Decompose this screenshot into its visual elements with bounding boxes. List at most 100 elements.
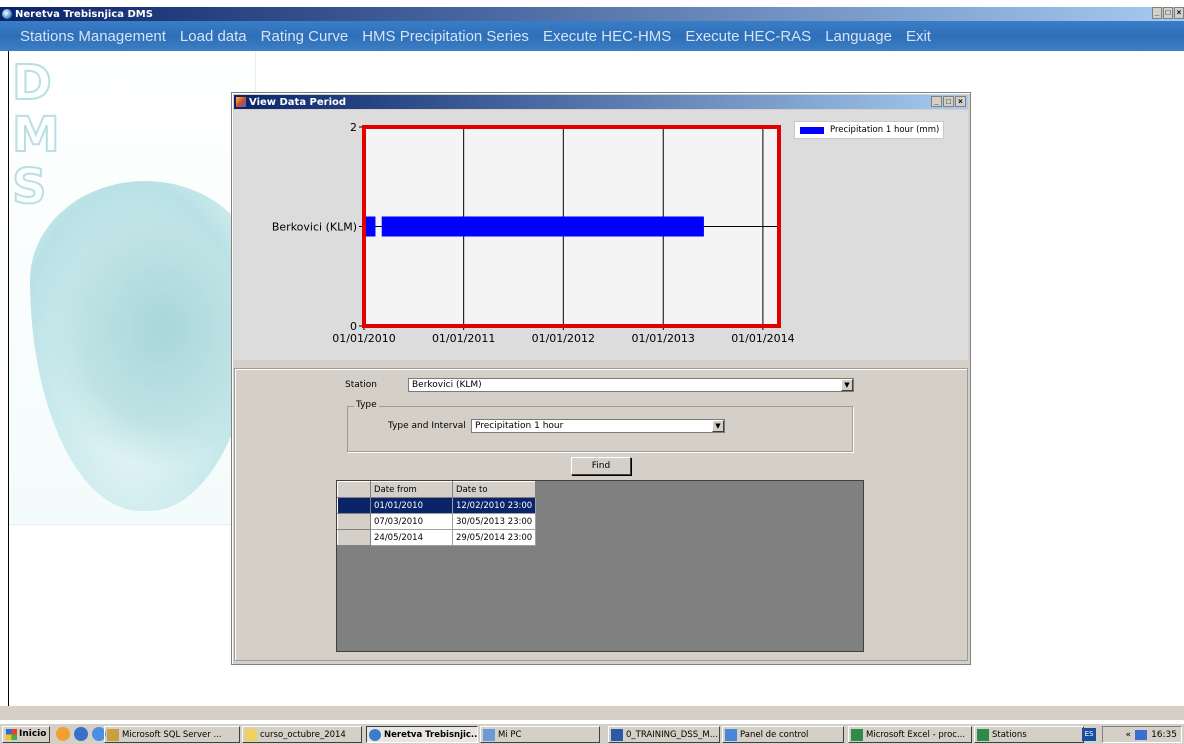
app-window-controls: _ □ × — [1151, 7, 1184, 19]
chart-legend: Precipitation 1 hour (mm) — [794, 121, 944, 139]
task-panel-de-control[interactable]: Panel de control — [722, 726, 844, 743]
x-tick-label: 01/01/2011 — [432, 332, 495, 345]
chevron-down-icon[interactable]: ▼ — [712, 420, 724, 432]
data-period-chart: 01/01/2010 01/01/2011 01/01/2012 01/01/2013… — [234, 110, 968, 360]
task-label: 0_TRAINING_DSS_M... — [626, 729, 718, 740]
cell-date-from[interactable]: 07/03/2010 — [370, 513, 453, 530]
status-strip — [0, 706, 1184, 720]
logo-letter-d: D — [11, 54, 53, 112]
task-label: Microsoft Excel - proc... — [866, 729, 966, 740]
table-row[interactable]: 07/03/2010 30/05/2013 23:00 — [337, 513, 537, 530]
cell-date-to[interactable]: 30/05/2013 23:00 — [451, 513, 537, 530]
type-interval-value: Precipitation 1 hour — [475, 421, 564, 431]
x-tick-label: 01/01/2010 — [332, 332, 395, 345]
taskbar: Inicio Microsoft SQL Server ... curso_oc… — [0, 723, 1184, 744]
row-header[interactable] — [337, 497, 371, 514]
task-curso-folder[interactable]: curso_octubre_2014 — [242, 726, 362, 743]
app-title-bar: Neretva Trebisnjica DMS _ □ × — [0, 7, 1184, 21]
app-icon — [2, 9, 12, 19]
logo-letter-s: S — [11, 158, 48, 216]
menu-bar: Stations Management Load data Rating Cur… — [0, 21, 1184, 51]
dialog-close-icon[interactable]: × — [955, 96, 966, 107]
task-label: Panel de control — [740, 729, 809, 740]
table-row[interactable]: 01/01/2010 12/02/2010 23:00 — [337, 497, 537, 514]
dialog-title: View Data Period — [249, 96, 347, 108]
row-header[interactable] — [337, 513, 371, 530]
close-icon[interactable]: × — [1174, 7, 1184, 19]
chevron-down-icon[interactable]: ▼ — [841, 379, 853, 391]
task-stations[interactable]: Stations — [974, 726, 1084, 743]
station-value: Berkovici (KLM) — [412, 380, 482, 390]
minimize-icon[interactable]: _ — [1152, 7, 1162, 19]
menu-load-data[interactable]: Load data — [180, 28, 247, 45]
word-icon — [611, 728, 623, 741]
chart-svg: 01/01/2010 01/01/2011 01/01/2012 01/01/2013… — [272, 121, 795, 345]
menu-hms-precipitation-series[interactable]: HMS Precipitation Series — [362, 28, 529, 45]
desktop: Neretva Trebisnjica DMS _ □ × Stations M… — [0, 0, 1184, 744]
task-excel[interactable]: Microsoft Excel - proc... — [848, 726, 972, 743]
row-header[interactable] — [337, 529, 371, 546]
legend-label: Precipitation 1 hour (mm) — [830, 125, 940, 135]
x-tick-label: 01/01/2013 — [632, 332, 695, 345]
x-tick-label: 01/01/2012 — [532, 332, 595, 345]
menu-rating-curve[interactable]: Rating Curve — [261, 28, 349, 45]
table-header-row: Date from Date to — [337, 481, 537, 498]
control-panel-icon — [725, 728, 737, 741]
menu-exit[interactable]: Exit — [906, 28, 931, 45]
network-icon[interactable] — [1135, 729, 1148, 740]
excel-icon — [977, 728, 989, 741]
desktop-icon[interactable] — [74, 727, 89, 741]
type-group-label: Type — [354, 400, 379, 410]
find-button[interactable]: Find — [571, 457, 631, 475]
table-row[interactable]: 24/05/2014 29/05/2014 23:00 — [337, 529, 537, 546]
maximize-icon[interactable]: □ — [1163, 7, 1173, 19]
task-training-doc[interactable]: 0_TRAINING_DSS_M... — [608, 726, 720, 743]
dialog-maximize-icon[interactable]: □ — [943, 96, 954, 107]
dialog-title-bar[interactable]: View Data Period _ □ × — [234, 95, 968, 109]
task-label: Neretva Trebisnjic... — [384, 729, 478, 740]
menu-execute-hec-hms[interactable]: Execute HEC-HMS — [543, 28, 671, 45]
cell-date-to[interactable]: 12/02/2010 23:00 — [451, 497, 537, 514]
station-dropdown[interactable]: Berkovici (KLM) ▼ — [408, 378, 854, 392]
cell-date-to[interactable]: 29/05/2014 23:00 — [451, 529, 537, 546]
task-sql-server[interactable]: Microsoft SQL Server ... — [104, 726, 240, 743]
task-neretva-dms[interactable]: Neretva Trebisnjic... — [366, 726, 478, 743]
dialog-icon — [236, 97, 246, 107]
type-interval-label: Type and Interval — [388, 421, 466, 431]
y-tick-label: 0 — [350, 320, 357, 333]
filter-panel: Station Berkovici (KLM) ▼ Type Type and … — [234, 368, 968, 661]
dms-logo-panel: D M S — [8, 51, 256, 525]
folder-icon — [245, 728, 257, 741]
periods-grid: Date from Date to 01/01/2010 12/02/2010 … — [336, 480, 864, 652]
browser-icon[interactable] — [56, 727, 71, 741]
quick-launch — [56, 727, 110, 741]
logo-letter-m: M — [11, 106, 61, 164]
client-border — [8, 51, 9, 706]
menu-language[interactable]: Language — [825, 28, 892, 45]
type-interval-dropdown[interactable]: Precipitation 1 hour ▼ — [471, 419, 725, 433]
menu-stations-management[interactable]: Stations Management — [20, 28, 166, 45]
column-header-date-from[interactable]: Date from — [370, 481, 453, 498]
dialog-minimize-icon[interactable]: _ — [931, 96, 942, 107]
start-label: Inicio — [19, 729, 47, 739]
data-bar — [381, 216, 704, 237]
task-mi-pc[interactable]: Mi PC — [480, 726, 600, 743]
station-label: Station — [345, 380, 377, 390]
windows-logo-icon — [6, 728, 17, 740]
language-indicator[interactable]: ES — [1082, 728, 1096, 741]
cell-date-from[interactable]: 01/01/2010 — [370, 497, 453, 514]
y-tick-label: Berkovici (KLM) — [272, 221, 357, 234]
row-header-corner — [337, 481, 371, 498]
x-tick-label: 01/01/2014 — [731, 332, 794, 345]
task-label: Stations — [992, 729, 1027, 740]
menu-execute-hec-ras[interactable]: Execute HEC-RAS — [685, 28, 811, 45]
cell-date-from[interactable]: 24/05/2014 — [370, 529, 453, 546]
y-tick-label: 2 — [350, 121, 357, 134]
start-button[interactable]: Inicio — [2, 725, 51, 743]
dialog-window-controls: _ □ × — [930, 96, 966, 107]
clock: 16:35 — [1151, 729, 1177, 740]
column-header-date-to[interactable]: Date to — [451, 481, 537, 498]
type-groupbox: Type Type and Interval Precipitation 1 h… — [347, 400, 853, 452]
tray-expand-icon[interactable]: « — [1126, 730, 1132, 740]
app-title: Neretva Trebisnjica DMS — [15, 8, 153, 20]
